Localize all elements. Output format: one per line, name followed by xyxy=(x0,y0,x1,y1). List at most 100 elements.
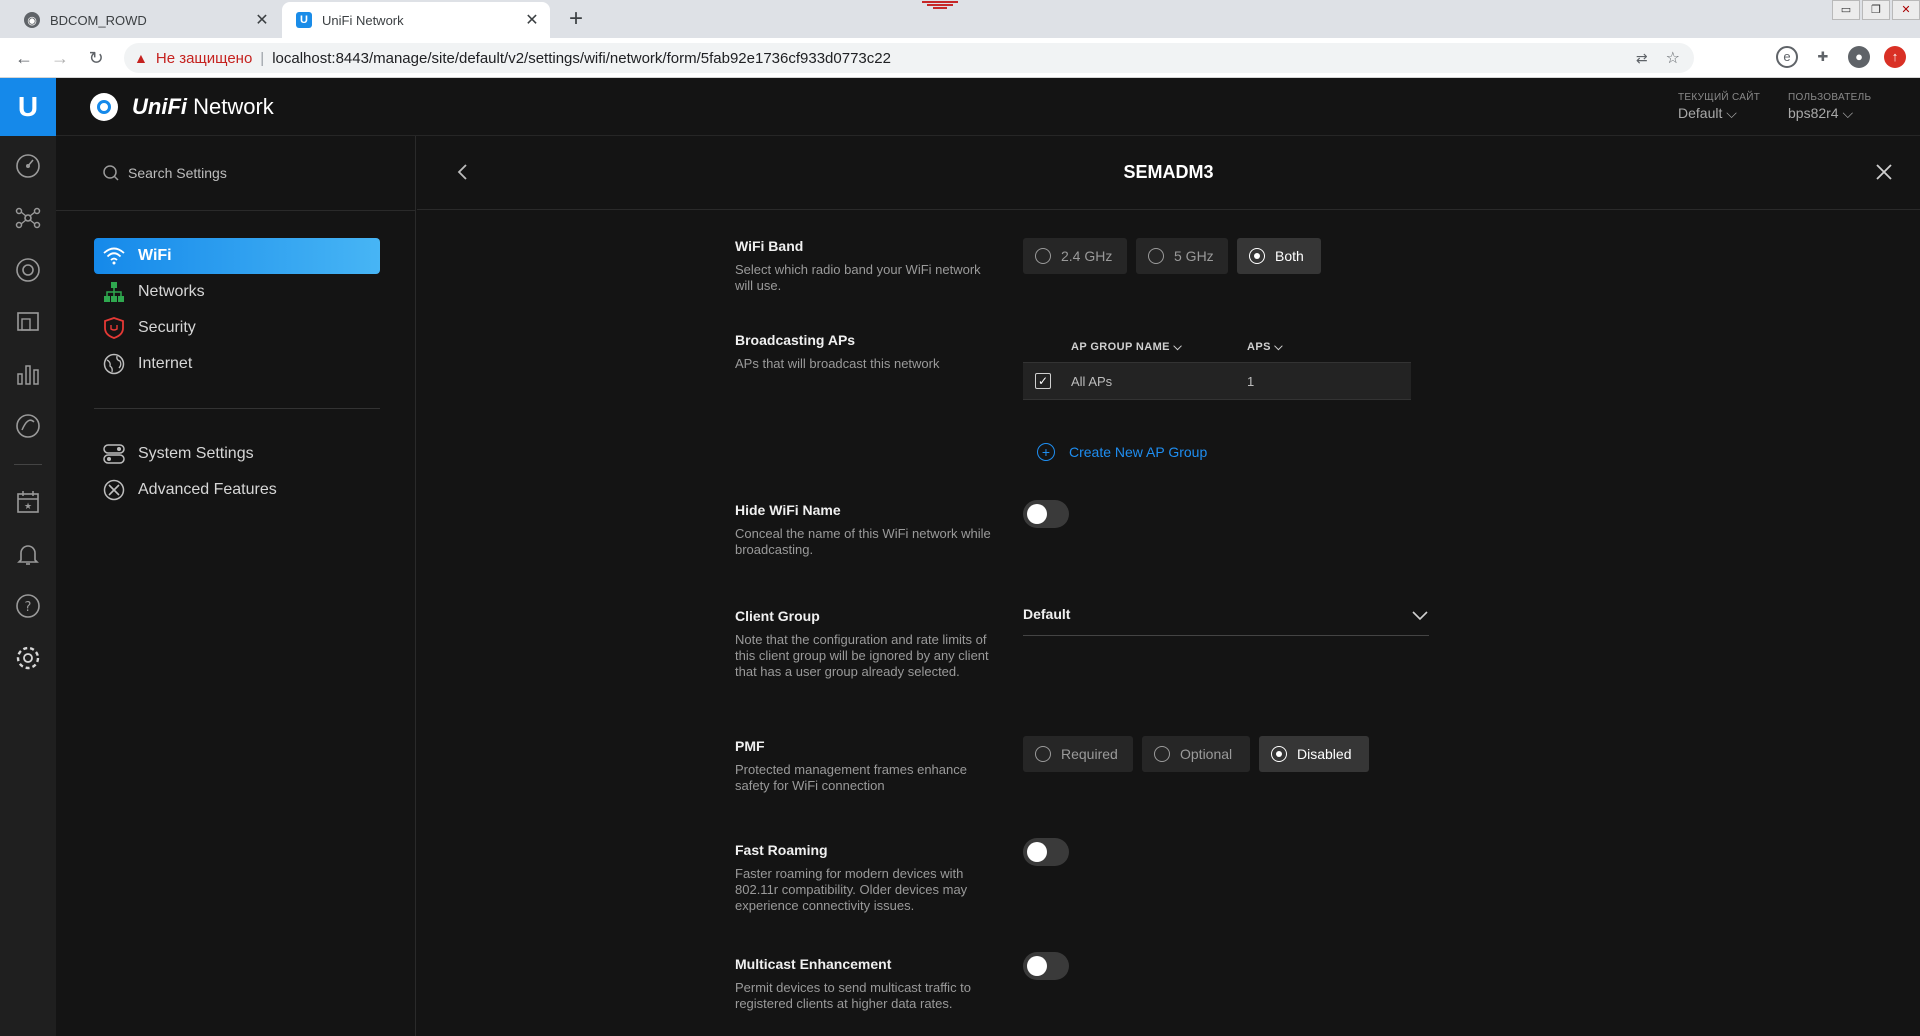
svg-text:★: ★ xyxy=(24,502,32,512)
app-header: UniFi Network ТЕКУЩИЙ САЙТ Default ⌵ ПОЛ… xyxy=(56,78,1920,136)
browser-toolbar: ← → ↻ ▲ Не защищено | localhost:8443/man… xyxy=(0,38,1920,78)
address-separator: | xyxy=(260,49,265,67)
sidebar-item-label: Security xyxy=(138,319,196,336)
form-header: SEMADM3 xyxy=(417,136,1920,210)
radio-selected-icon xyxy=(1271,746,1287,762)
events-calendar-icon[interactable]: ★ xyxy=(14,488,42,516)
client-group-value: Default xyxy=(1023,606,1071,622)
svg-text:?: ? xyxy=(25,600,32,615)
bell-icon[interactable] xyxy=(14,540,42,568)
sidebar-item-wifi[interactable]: WiFi xyxy=(94,238,380,274)
sidebar-item-networks[interactable]: Networks xyxy=(94,274,380,310)
multicast-enhancement-toggle[interactable] xyxy=(1023,952,1069,980)
wifi-network-form: SEMADM3 WiFi Band Select which radio ban… xyxy=(417,136,1920,1036)
reload-icon[interactable]: ↻ xyxy=(84,46,108,70)
minimize-button[interactable]: ▭ xyxy=(1832,0,1860,20)
radio-icon xyxy=(1148,248,1164,264)
sidebar-divider xyxy=(94,408,380,409)
wifi-band-option-5ghz[interactable]: 5 GHz xyxy=(1136,238,1228,274)
column-ap-group-name[interactable]: AP GROUP NAME ⌵ xyxy=(1071,341,1247,354)
site-caption: ТЕКУЩИЙ САЙТ xyxy=(1678,92,1761,103)
sidebar-item-label: Internet xyxy=(138,355,193,372)
forward-arrow-icon[interactable]: → xyxy=(48,46,72,70)
window-close-button[interactable]: ✕ xyxy=(1892,0,1920,20)
site-selector[interactable]: ТЕКУЩИЙ САЙТ Default ⌵ xyxy=(1678,92,1760,122)
address-bar[interactable]: ▲ Не защищено | localhost:8443/manage/si… xyxy=(124,43,1694,73)
toggles-icon xyxy=(102,442,126,466)
pmf-option-optional[interactable]: Optional xyxy=(1142,736,1250,772)
network-icon xyxy=(102,280,126,304)
chevron-down-icon xyxy=(1412,611,1428,621)
pmf-label: PMF Protected management frames enhance … xyxy=(735,738,967,793)
checkbox-checked-icon[interactable]: ✓ xyxy=(1035,373,1051,389)
profile-icon[interactable]: ● xyxy=(1848,46,1870,68)
hide-wifi-name-toggle[interactable] xyxy=(1023,500,1069,528)
radio-selected-icon xyxy=(1249,248,1265,264)
brand-name: UniFi Network xyxy=(132,94,274,119)
brand[interactable]: UniFi Network xyxy=(90,93,274,121)
search-settings[interactable]: Search Settings xyxy=(102,164,227,182)
browser-tab-unifi[interactable]: U UniFi Network ✕ xyxy=(282,2,550,38)
flag-icon xyxy=(922,0,958,10)
broadcasting-aps-label: Broadcasting APs APs that will broadcast… xyxy=(735,332,940,371)
topology-icon[interactable] xyxy=(14,204,42,232)
rail-divider xyxy=(14,464,42,465)
back-arrow-icon[interactable]: ← xyxy=(12,46,36,70)
browser-tab-bdcom[interactable]: ◉ BDCOM_ROWD ✕ xyxy=(10,2,280,38)
chevron-down-icon: ⌵ xyxy=(1274,340,1284,353)
unifi-logo-icon[interactable]: U xyxy=(0,78,56,136)
bookmark-star-icon[interactable]: ☆ xyxy=(1666,48,1680,68)
translate-icon[interactable]: ⇄ xyxy=(1636,50,1648,67)
puzzle-icon[interactable]: ✚ xyxy=(1812,46,1834,68)
table-row[interactable]: ✓ All APs 1 xyxy=(1023,362,1411,400)
wifi-band-label: WiFi Band Select which radio band your W… xyxy=(735,238,981,293)
wifi-band-option-both[interactable]: Both xyxy=(1237,238,1321,274)
client-group-select[interactable]: Default xyxy=(1023,600,1429,636)
multicast-enhancement-label: Multicast Enhancement Permit devices to … xyxy=(735,956,972,1011)
pmf-option-required[interactable]: Required xyxy=(1023,736,1133,772)
user-value: bps82r4 ⌵ xyxy=(1788,105,1854,121)
sidebar-item-security[interactable]: Security xyxy=(94,310,380,346)
globe-icon xyxy=(102,352,126,376)
new-tab-button[interactable]: + xyxy=(562,5,590,33)
close-icon[interactable]: ✕ xyxy=(250,10,274,30)
pmf-option-disabled[interactable]: Disabled xyxy=(1259,736,1369,772)
client-group-label: Client Group Note that the configuration… xyxy=(735,608,989,679)
fast-roaming-toggle[interactable] xyxy=(1023,838,1069,866)
column-aps[interactable]: APS ⌵ xyxy=(1247,341,1283,354)
user-selector[interactable]: ПОЛЬЗОВАТЕЛЬ bps82r4 ⌵ xyxy=(1788,92,1871,122)
site-value: Default ⌵ xyxy=(1678,105,1737,121)
statistics-icon[interactable] xyxy=(14,360,42,388)
left-navigation-rail: U ★ ? xyxy=(0,78,56,1036)
help-icon[interactable]: ? xyxy=(14,592,42,620)
settings-sidebar: Search Settings WiFi Networks Security I… xyxy=(56,136,416,1036)
wifi-band-option-2-4ghz[interactable]: 2.4 GHz xyxy=(1023,238,1127,274)
dashboard-icon[interactable] xyxy=(14,152,42,180)
gear-icon[interactable] xyxy=(14,644,42,672)
table-header: AP GROUP NAME ⌵ APS ⌵ xyxy=(1023,332,1411,362)
devices-icon[interactable] xyxy=(14,256,42,284)
restore-button[interactable]: ❐ xyxy=(1862,0,1890,20)
search-input[interactable]: Search Settings xyxy=(128,165,227,181)
url-text[interactable]: localhost:8443/manage/site/default/v2/se… xyxy=(272,50,891,67)
close-icon[interactable] xyxy=(1874,162,1894,182)
fast-roaming-label: Fast Roaming Faster roaming for modern d… xyxy=(735,842,968,913)
tab-title: BDCOM_ROWD xyxy=(50,12,147,28)
insecure-label[interactable]: Не защищено xyxy=(156,50,252,67)
sidebar-divider xyxy=(56,210,416,211)
extension-icons: e ✚ ● ↑ xyxy=(1776,46,1920,68)
update-icon[interactable]: ↑ xyxy=(1884,46,1906,68)
extension-icon[interactable]: e xyxy=(1776,46,1798,68)
sidebar-item-internet[interactable]: Internet xyxy=(94,346,380,382)
sidebar-item-label: System Settings xyxy=(138,445,254,462)
plus-circle-icon: + xyxy=(1037,443,1055,461)
ap-group-table: AP GROUP NAME ⌵ APS ⌵ ✓ All APs 1 xyxy=(1023,332,1411,400)
sidebar-item-system-settings[interactable]: System Settings xyxy=(94,436,380,472)
sidebar-item-advanced-features[interactable]: Advanced Features xyxy=(94,472,380,508)
clients-icon[interactable] xyxy=(14,308,42,336)
close-icon[interactable]: ✕ xyxy=(520,10,544,30)
insights-icon[interactable] xyxy=(14,412,42,440)
browser-tab-bar: ◉ BDCOM_ROWD ✕ U UniFi Network ✕ + ▭ ❐ ✕ xyxy=(0,0,1920,38)
radio-icon xyxy=(1035,746,1051,762)
create-ap-group-link[interactable]: + Create New AP Group xyxy=(1037,443,1207,461)
